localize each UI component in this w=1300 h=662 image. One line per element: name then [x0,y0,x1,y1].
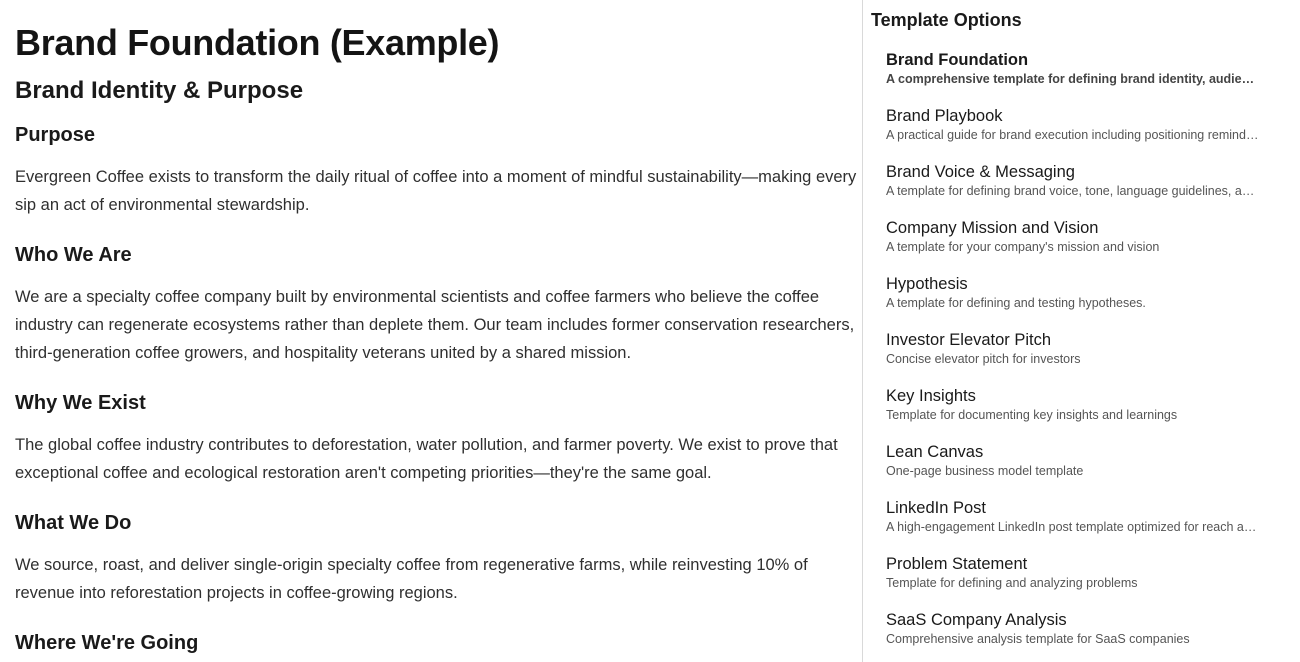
template-name: SaaS Company Analysis [886,611,1067,629]
template-description: A template for defining brand voice, ton… [886,184,1260,198]
template-description: A high-engagement LinkedIn post template… [886,520,1260,534]
template-options-panel: Template Options Brand Foundation A compr… [863,0,1300,662]
template-name: Brand Playbook [886,107,1003,125]
template-name: Hypothesis [886,275,968,293]
template-description: A practical guide for brand execution in… [886,128,1260,142]
template-name: Key Insights [886,387,976,405]
section-body-what-we-do: We source, roast, and deliver single-ori… [15,556,808,602]
section-body-who-we-are: We are a specialty coffee company built … [15,288,855,362]
template-item[interactable]: SaaS Company Analysis Comprehensive analy… [863,606,1300,662]
app-window: Brand Foundation (Example) Brand Identit… [0,0,1300,662]
template-item[interactable]: Problem Statement Template for defining a… [863,550,1300,606]
template-item[interactable]: Key Insights Template for documenting key… [863,382,1300,438]
section-heading-what-we-do: What We Do [15,512,132,534]
section-body-purpose: Evergreen Coffee exists to transform the… [15,168,857,214]
document-editor[interactable]: Brand Foundation (Example) Brand Identit… [0,0,862,662]
section-body-why-we-exist: The global coffee industry contributes t… [15,436,838,482]
template-description: A comprehensive template for defining br… [886,72,1260,86]
template-item[interactable]: Company Mission and Vision A template for… [863,214,1300,270]
section-heading-who-we-are: Who We Are [15,244,132,266]
template-item[interactable]: Brand Playbook A practical guide for bran… [863,102,1300,158]
template-description: A template for defining and testing hypo… [886,296,1146,310]
template-name: Investor Elevator Pitch [886,331,1052,349]
template-name: Problem Statement [886,555,1028,573]
template-name: Lean Canvas [886,443,984,461]
template-description: Template for documenting key insights an… [886,408,1178,422]
template-item[interactable]: Investor Elevator Pitch Concise elevator … [863,326,1300,382]
template-name: LinkedIn Post [886,499,986,517]
document-subtitle: Brand Identity & Purpose [15,77,304,104]
template-description: One-page business model template [886,464,1084,478]
template-item[interactable]: Brand Voice & Messaging A template for de… [863,158,1300,214]
template-description: A template for your company's mission an… [886,240,1160,254]
document-title: Brand Foundation (Example) [15,22,500,63]
section-heading-purpose: Purpose [15,124,96,146]
template-description: Concise elevator pitch for investors [886,352,1081,366]
template-name: Brand Voice & Messaging [886,163,1075,181]
panel-title: Template Options [871,10,1022,30]
template-name: Company Mission and Vision [886,219,1099,237]
template-description: Template for defining and analyzing prob… [886,576,1138,590]
template-name: Brand Foundation [886,51,1029,69]
template-description: Comprehensive analysis template for SaaS… [886,632,1190,646]
template-item[interactable]: Brand Foundation A comprehensive template… [863,46,1300,102]
template-item[interactable]: Hypothesis A template for defining and te… [863,270,1300,326]
template-item[interactable]: LinkedIn Post A high-engagement LinkedIn … [863,494,1300,550]
template-list: Brand Foundation A comprehensive template… [863,46,1300,662]
section-heading-why-we-exist: Why We Exist [15,392,146,414]
section-heading-where-were-going: Where We're Going [15,632,199,654]
template-item[interactable]: Lean Canvas One-page business model templ… [863,438,1300,494]
